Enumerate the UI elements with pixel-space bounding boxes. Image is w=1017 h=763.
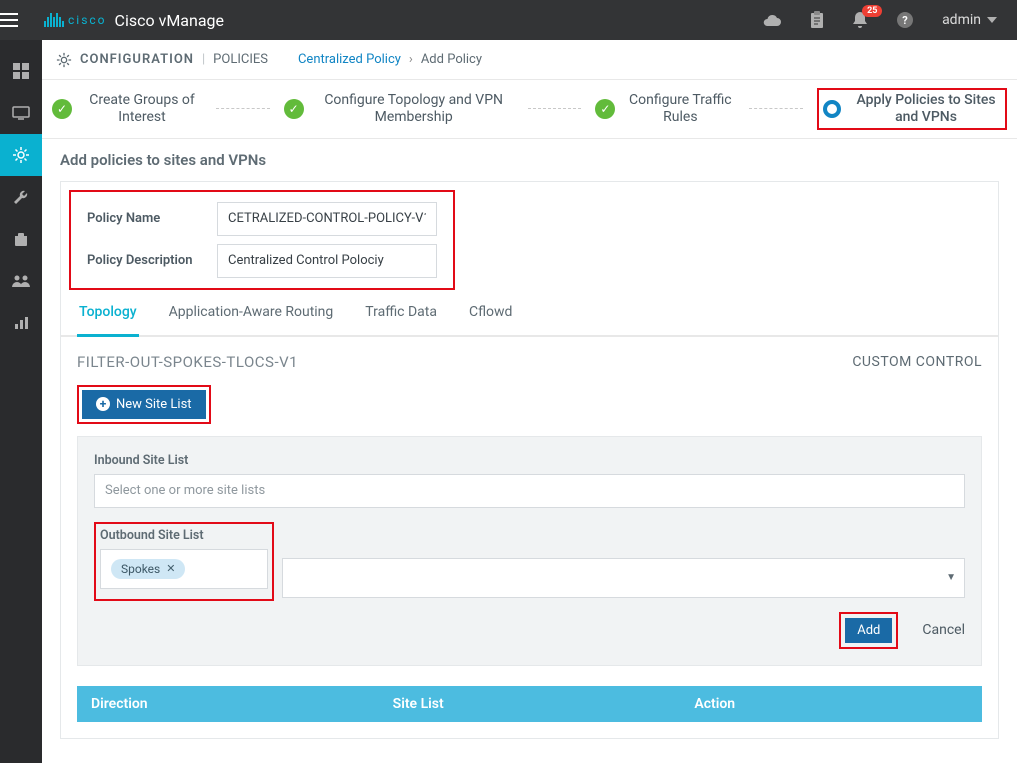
sidebar (0, 40, 42, 763)
wizard-label-2: Configure Topology and VPN Membership (314, 92, 514, 126)
outbound-site-list-extended[interactable]: ▼ (282, 558, 965, 598)
sidebar-admin-icon[interactable] (0, 260, 42, 302)
new-site-list-button[interactable]: + New Site List (82, 390, 206, 419)
chip-remove-icon[interactable]: ✕ (166, 562, 175, 575)
outbound-chip[interactable]: Spokes ✕ (111, 559, 185, 579)
notification-badge: 25 (862, 5, 882, 17)
th-direction: Direction (77, 686, 379, 722)
check-icon: ✓ (52, 99, 72, 119)
cisco-logo: cisco (44, 13, 107, 27)
sidebar-dashboard-icon[interactable] (0, 50, 42, 92)
outbound-site-list-input[interactable]: Spokes ✕ (100, 549, 268, 589)
wizard-step-2[interactable]: ✓ Configure Topology and VPN Membership (284, 92, 514, 126)
hamburger-icon[interactable] (0, 13, 40, 27)
cancel-link[interactable]: Cancel (922, 622, 965, 638)
wizard-step-1[interactable]: ✓ Create Groups of Interest (52, 92, 202, 126)
user-menu[interactable]: admin (942, 12, 997, 28)
wizard-label-4: Apply Policies to Sites and VPNs (851, 92, 1001, 126)
th-action: Action (680, 686, 982, 722)
wizard-step-3[interactable]: ✓ Configure Traffic Rules (595, 92, 735, 126)
policy-name-label: Policy Name (87, 211, 217, 226)
inbound-site-list-input[interactable]: Select one or more site lists (94, 474, 965, 508)
crumb-link[interactable]: Centralized Policy (298, 52, 401, 67)
section-title: Add policies to sites and VPNs (42, 139, 1017, 181)
crumb-current: Add Policy (421, 52, 482, 67)
policy-form: Policy Name Policy Description Topology … (60, 181, 999, 739)
wizard-label-3: Configure Traffic Rules (625, 92, 735, 126)
content: CONFIGURATION | POLICIES Centralized Pol… (42, 40, 1017, 763)
topology-policy-name: FILTER-OUT-SPOKES-TLOCS-V1 (77, 353, 298, 371)
policy-desc-input[interactable] (217, 244, 437, 278)
policy-type-badge: CUSTOM CONTROL (852, 354, 982, 370)
site-config-panel: Inbound Site List Select one or more sit… (77, 436, 982, 666)
chevron-down-icon: ▼ (946, 572, 956, 583)
current-step-icon (823, 100, 841, 118)
gear-icon (56, 52, 72, 68)
check-icon: ✓ (595, 99, 615, 119)
wizard-label-1: Create Groups of Interest (82, 92, 202, 126)
add-button[interactable]: Add (845, 618, 892, 643)
sidebar-configuration-icon[interactable] (0, 134, 42, 176)
th-site-list: Site List (379, 686, 681, 722)
check-icon: ✓ (284, 99, 304, 119)
tab-app-aware[interactable]: Application-Aware Routing (167, 290, 336, 335)
product-name: Cisco vManage (115, 11, 224, 30)
cloud-icon[interactable] (762, 13, 782, 27)
tab-traffic-data[interactable]: Traffic Data (363, 290, 439, 335)
bell-icon[interactable]: 25 (852, 11, 868, 29)
footer: BACK Preview Save Policy CANCEL (42, 749, 1017, 763)
tab-cflowd[interactable]: Cflowd (467, 290, 514, 335)
sidebar-maintenance-icon[interactable] (0, 218, 42, 260)
plus-icon: + (96, 397, 110, 411)
chevron-down-icon (987, 17, 997, 23)
help-icon[interactable]: ? (896, 11, 914, 29)
policy-name-input[interactable] (217, 202, 437, 236)
inbound-placeholder: Select one or more site lists (105, 483, 265, 498)
policy-desc-label: Policy Description (87, 253, 217, 268)
outbound-label: Outbound Site List (100, 528, 268, 543)
sidebar-monitor-icon[interactable] (0, 92, 42, 134)
topbar: cisco Cisco vManage 25 ? admin (0, 0, 1017, 40)
svg-text:?: ? (902, 14, 908, 27)
tab-topology[interactable]: Topology (77, 290, 139, 337)
new-site-list-label: New Site List (116, 397, 192, 412)
wizard-step-4[interactable]: Apply Policies to Sites and VPNs (817, 88, 1007, 130)
sidebar-tools-icon[interactable] (0, 176, 42, 218)
clipboard-icon[interactable] (810, 11, 824, 29)
wizard: ✓ Create Groups of Interest ✓ Configure … (42, 80, 1017, 139)
crumb-section: CONFIGURATION (80, 52, 194, 67)
inbound-label: Inbound Site List (94, 453, 965, 468)
site-list-table: Direction Site List Action (77, 686, 982, 722)
logo-text: cisco (68, 13, 107, 27)
sidebar-analytics-icon[interactable] (0, 302, 42, 344)
breadcrumb: CONFIGURATION | POLICIES Centralized Pol… (42, 40, 1017, 80)
chip-label: Spokes (121, 562, 160, 576)
crumb-subsection: POLICIES (213, 52, 268, 67)
admin-label: admin (942, 12, 981, 28)
topology-block: FILTER-OUT-SPOKES-TLOCS-V1 CUSTOM CONTRO… (61, 337, 998, 738)
policy-tabs: Topology Application-Aware Routing Traff… (61, 290, 998, 337)
